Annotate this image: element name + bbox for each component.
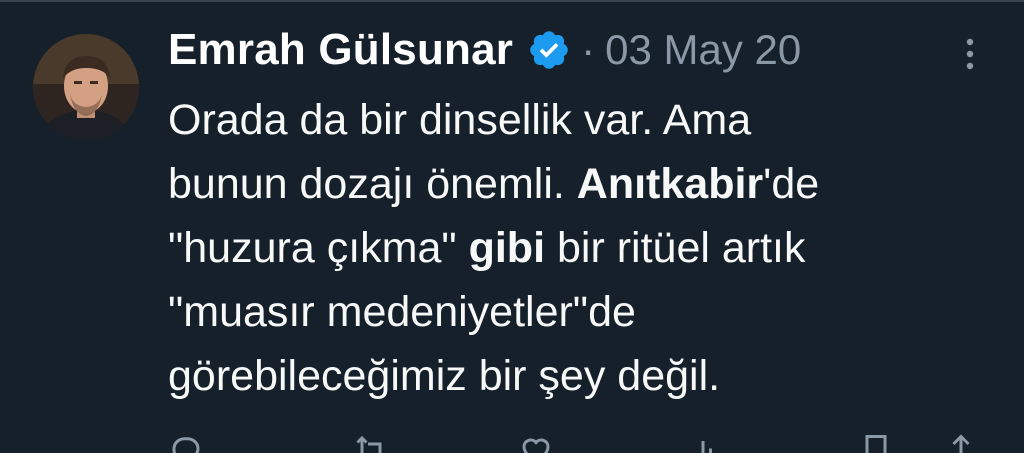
retweet-icon[interactable]	[353, 432, 389, 453]
reply-icon[interactable]	[168, 432, 204, 453]
tweet-text-segment: "huzura çıkma"	[168, 224, 469, 272]
tweet-text-bold: gibi	[468, 224, 546, 272]
avatar-photo	[33, 34, 139, 140]
tweet-meta: · 03 May 20	[581, 26, 801, 74]
tweet-date[interactable]: 03 May 20	[605, 26, 801, 73]
tweet-text: Orada da bir dinsellik var. Ama bunun doz…	[168, 88, 988, 408]
tweet-text-line: bunun dozajı önemli. Anıtkabir'de	[168, 152, 988, 216]
tweet-header: Emrah Gülsunar · 03 May 20	[168, 22, 801, 78]
author-name[interactable]: Emrah Gülsunar	[168, 25, 513, 75]
tweet[interactable]: Emrah Gülsunar · 03 May 20 Orada da bir d…	[0, 0, 1024, 453]
verified-badge-icon	[527, 28, 571, 72]
tweet-text-line: "huzura çıkma" gibi bir ritüel artık	[168, 216, 988, 280]
more-options-icon[interactable]	[955, 34, 985, 74]
tweet-text-segment: Orada da bir dinsellik var. Ama	[168, 96, 752, 144]
tweet-text-line: "muasır medeniyetler"de	[168, 280, 988, 344]
bookmark-icon[interactable]	[858, 432, 894, 453]
tweet-text-segment: bir ritüel artık	[545, 224, 806, 272]
share-icon[interactable]	[943, 432, 979, 453]
tweet-text-line: görebileceğimiz bir şey değil.	[168, 344, 988, 408]
action-bar	[168, 432, 988, 453]
tweet-text-segment: görebileceğimiz bir şey değil.	[168, 352, 721, 400]
views-icon[interactable]	[688, 432, 724, 453]
tweet-text-line: Orada da bir dinsellik var. Ama	[168, 88, 988, 152]
tweet-text-segment: 'de	[763, 160, 820, 208]
tweet-text-segment: bunun dozajı önemli.	[168, 160, 577, 208]
avatar[interactable]	[33, 34, 139, 140]
date-separator: ·	[581, 26, 596, 73]
tweet-text-segment: "muasır medeniyetler"de	[168, 288, 636, 336]
like-icon[interactable]	[518, 432, 554, 453]
tweet-text-bold: Anıtkabir	[576, 160, 764, 208]
